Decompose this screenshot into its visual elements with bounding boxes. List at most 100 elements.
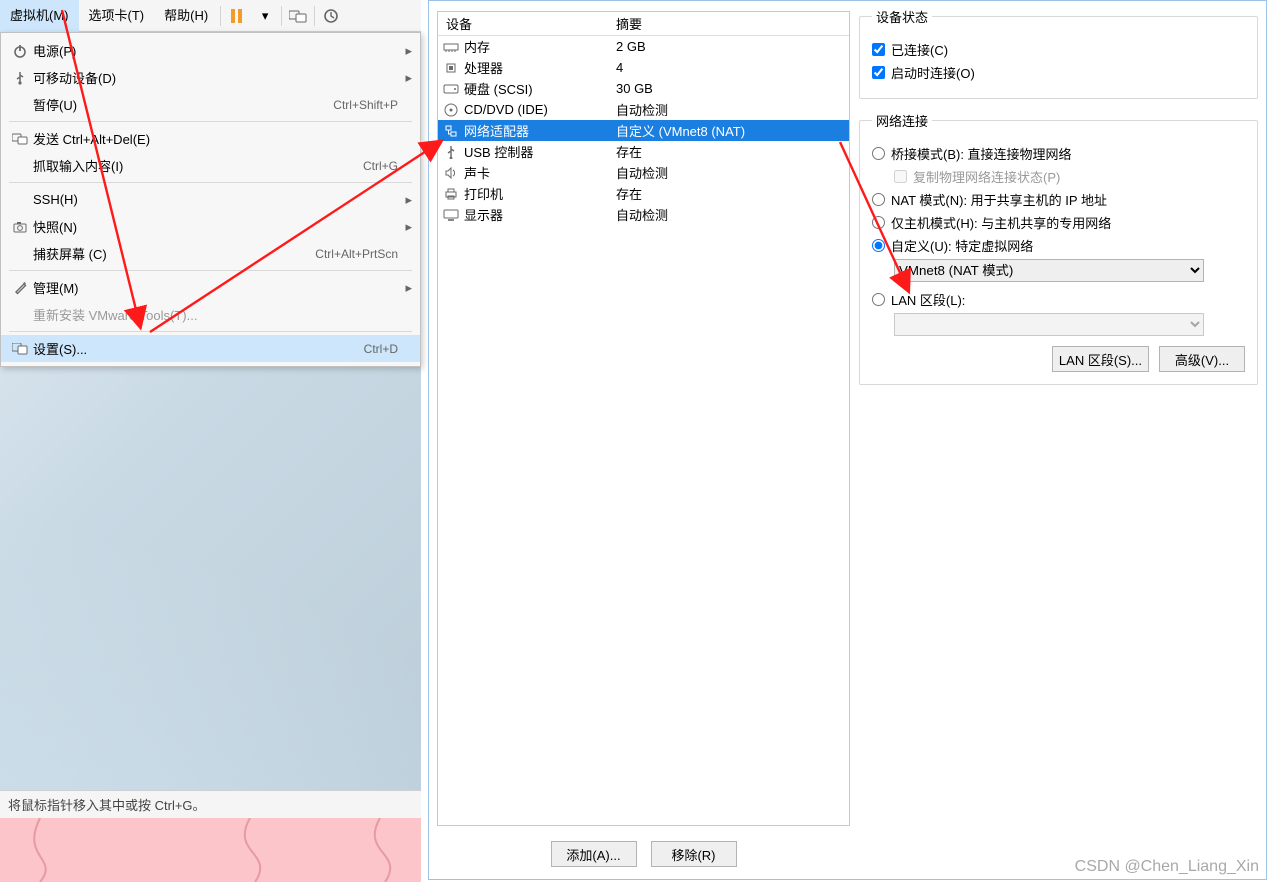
device-status-legend: 设备状态 bbox=[872, 7, 932, 26]
device-row-4[interactable]: 网络适配器自定义 (VMnet8 (NAT) bbox=[438, 120, 849, 141]
header-summary: 摘要 bbox=[616, 14, 849, 33]
device-summary: 存在 bbox=[616, 142, 849, 161]
sound-icon bbox=[438, 167, 464, 179]
device-row-8[interactable]: 显示器自动检测 bbox=[438, 204, 849, 225]
device-name: 声卡 bbox=[464, 163, 616, 182]
menubar-item-0[interactable]: 虚拟机(M) bbox=[0, 0, 79, 32]
device-row-3[interactable]: CD/DVD (IDE)自动检测 bbox=[438, 99, 849, 120]
device-summary: 30 GB bbox=[616, 81, 849, 96]
memory-icon bbox=[438, 41, 464, 53]
menu-item-7[interactable]: SSH(H)▸ bbox=[1, 186, 420, 213]
menu-item-label: 重新安装 VMware Tools(T)... bbox=[33, 305, 398, 324]
lan-segment-radio[interactable]: LAN 区段(L): bbox=[872, 290, 1245, 309]
connect-at-poweron-checkbox[interactable]: 启动时连接(O) bbox=[872, 63, 1245, 82]
menu-item-label: 电源(P) bbox=[33, 41, 398, 60]
send-keys-button[interactable] bbox=[284, 0, 312, 32]
device-name: USB 控制器 bbox=[464, 142, 616, 161]
send-keys-icon bbox=[7, 133, 33, 145]
header-device: 设备 bbox=[438, 14, 616, 33]
menu-item-9[interactable]: 捕获屏幕 (C)Ctrl+Alt+PrtScn bbox=[1, 240, 420, 267]
hardware-device-list[interactable]: 设备 摘要 内存2 GB处理器4硬盘 (SCSI)30 GBCD/DVD (ID… bbox=[437, 11, 850, 826]
menubar-item-2[interactable]: 帮助(H) bbox=[154, 0, 218, 32]
pause-vm-button[interactable] bbox=[223, 0, 251, 32]
vm-status-text: 将鼠标指针移入其中或按 Ctrl+G。 bbox=[8, 795, 206, 814]
menu-item-1[interactable]: 可移动设备(D)▸ bbox=[1, 64, 420, 91]
main-menubar: 虚拟机(M)选项卡(T)帮助(H) ▾ bbox=[0, 0, 421, 32]
menu-item-11[interactable]: 管理(M)▸ bbox=[1, 274, 420, 301]
device-summary: 自动检测 bbox=[616, 100, 849, 119]
manage-icon bbox=[7, 281, 33, 295]
device-name: CD/DVD (IDE) bbox=[464, 102, 616, 117]
settings-icon bbox=[7, 343, 33, 355]
network-icon bbox=[438, 124, 464, 138]
vm-settings-dialog: 设备 摘要 内存2 GB处理器4硬盘 (SCSI)30 GBCD/DVD (ID… bbox=[428, 0, 1267, 880]
power-icon bbox=[7, 44, 33, 58]
menu-item-label: 设置(S)... bbox=[33, 339, 364, 358]
network-connection-legend: 网络连接 bbox=[872, 111, 932, 130]
device-summary: 自定义 (VMnet8 (NAT) bbox=[616, 121, 849, 140]
disc-icon bbox=[438, 103, 464, 117]
hostonly-radio[interactable]: 仅主机模式(H): 与主机共享的专用网络 bbox=[872, 213, 1245, 232]
snapshot-icon bbox=[7, 221, 33, 233]
menubar-item-1[interactable]: 选项卡(T) bbox=[79, 0, 155, 32]
menu-item-label: 捕获屏幕 (C) bbox=[33, 244, 315, 263]
cpu-icon bbox=[438, 61, 464, 75]
menu-item-label: 可移动设备(D) bbox=[33, 68, 398, 87]
device-row-5[interactable]: USB 控制器存在 bbox=[438, 141, 849, 162]
menu-item-label: 抓取输入内容(I) bbox=[33, 156, 363, 175]
menu-item-0[interactable]: 电源(P)▸ bbox=[1, 37, 420, 64]
vm-menu-dropdown: 电源(P)▸可移动设备(D)▸暂停(U)Ctrl+Shift+P 发送 Ctrl+… bbox=[0, 32, 421, 367]
usb-icon bbox=[7, 71, 33, 85]
menu-item-8[interactable]: 快照(N)▸ bbox=[1, 213, 420, 240]
vm-status-bar: 将鼠标指针移入其中或按 Ctrl+G。 bbox=[0, 790, 421, 818]
remove-hardware-button[interactable]: 移除(R) bbox=[651, 841, 737, 867]
custom-network-select[interactable]: VMnet8 (NAT 模式) bbox=[894, 259, 1204, 282]
pause-menu-button[interactable]: ▾ bbox=[251, 0, 279, 32]
connect-at-poweron-input[interactable] bbox=[872, 66, 885, 79]
menu-item-4[interactable]: 发送 Ctrl+Alt+Del(E) bbox=[1, 125, 420, 152]
custom-radio[interactable]: 自定义(U): 特定虚拟网络 bbox=[872, 236, 1245, 255]
background-strip bbox=[0, 818, 421, 882]
snapshot-tool-button[interactable] bbox=[317, 0, 345, 32]
menu-item-label: 管理(M) bbox=[33, 278, 398, 297]
advanced-button[interactable]: 高级(V)... bbox=[1159, 346, 1245, 372]
add-hardware-button[interactable]: 添加(A)... bbox=[551, 841, 637, 867]
device-row-0[interactable]: 内存2 GB bbox=[438, 36, 849, 57]
device-row-7[interactable]: 打印机存在 bbox=[438, 183, 849, 204]
usb-ctrl-icon bbox=[438, 145, 464, 159]
device-name: 显示器 bbox=[464, 205, 616, 224]
device-summary: 自动检测 bbox=[616, 163, 849, 182]
bridged-radio[interactable]: 桥接模式(B): 直接连接物理网络 bbox=[872, 144, 1245, 163]
device-name: 硬盘 (SCSI) bbox=[464, 79, 616, 98]
lan-segments-button[interactable]: LAN 区段(S)... bbox=[1052, 346, 1149, 372]
lan-segment-select bbox=[894, 313, 1204, 336]
menu-item-label: SSH(H) bbox=[33, 192, 398, 207]
menu-item-label: 快照(N) bbox=[33, 217, 398, 236]
menu-item-label: 发送 Ctrl+Alt+Del(E) bbox=[33, 129, 398, 148]
device-summary: 4 bbox=[616, 60, 849, 75]
device-name: 处理器 bbox=[464, 58, 616, 77]
device-name: 内存 bbox=[464, 37, 616, 56]
device-list-header: 设备 摘要 bbox=[438, 12, 849, 36]
connected-checkbox-input[interactable] bbox=[872, 43, 885, 56]
menu-item-2[interactable]: 暂停(U)Ctrl+Shift+P bbox=[1, 91, 420, 118]
device-summary: 2 GB bbox=[616, 39, 849, 54]
device-summary: 自动检测 bbox=[616, 205, 849, 224]
printer-icon bbox=[438, 188, 464, 200]
device-row-2[interactable]: 硬盘 (SCSI)30 GB bbox=[438, 78, 849, 99]
connected-checkbox[interactable]: 已连接(C) bbox=[872, 40, 1245, 59]
network-connection-group: 网络连接 桥接模式(B): 直接连接物理网络 复制物理网络连接状态(P) NAT… bbox=[859, 111, 1258, 385]
device-row-1[interactable]: 处理器4 bbox=[438, 57, 849, 78]
menu-item-12: 重新安装 VMware Tools(T)... bbox=[1, 301, 420, 328]
display-icon bbox=[438, 209, 464, 221]
menu-item-5[interactable]: 抓取输入内容(I)Ctrl+G bbox=[1, 152, 420, 179]
device-status-group: 设备状态 已连接(C) 启动时连接(O) bbox=[859, 7, 1258, 99]
nat-radio[interactable]: NAT 模式(N): 用于共享主机的 IP 地址 bbox=[872, 190, 1245, 209]
device-name: 网络适配器 bbox=[464, 121, 616, 140]
device-row-6[interactable]: 声卡自动检测 bbox=[438, 162, 849, 183]
hdd-icon bbox=[438, 83, 464, 95]
menu-item-label: 暂停(U) bbox=[33, 95, 333, 114]
menu-item-14[interactable]: 设置(S)...Ctrl+D bbox=[1, 335, 420, 362]
device-name: 打印机 bbox=[464, 184, 616, 203]
device-summary: 存在 bbox=[616, 184, 849, 203]
